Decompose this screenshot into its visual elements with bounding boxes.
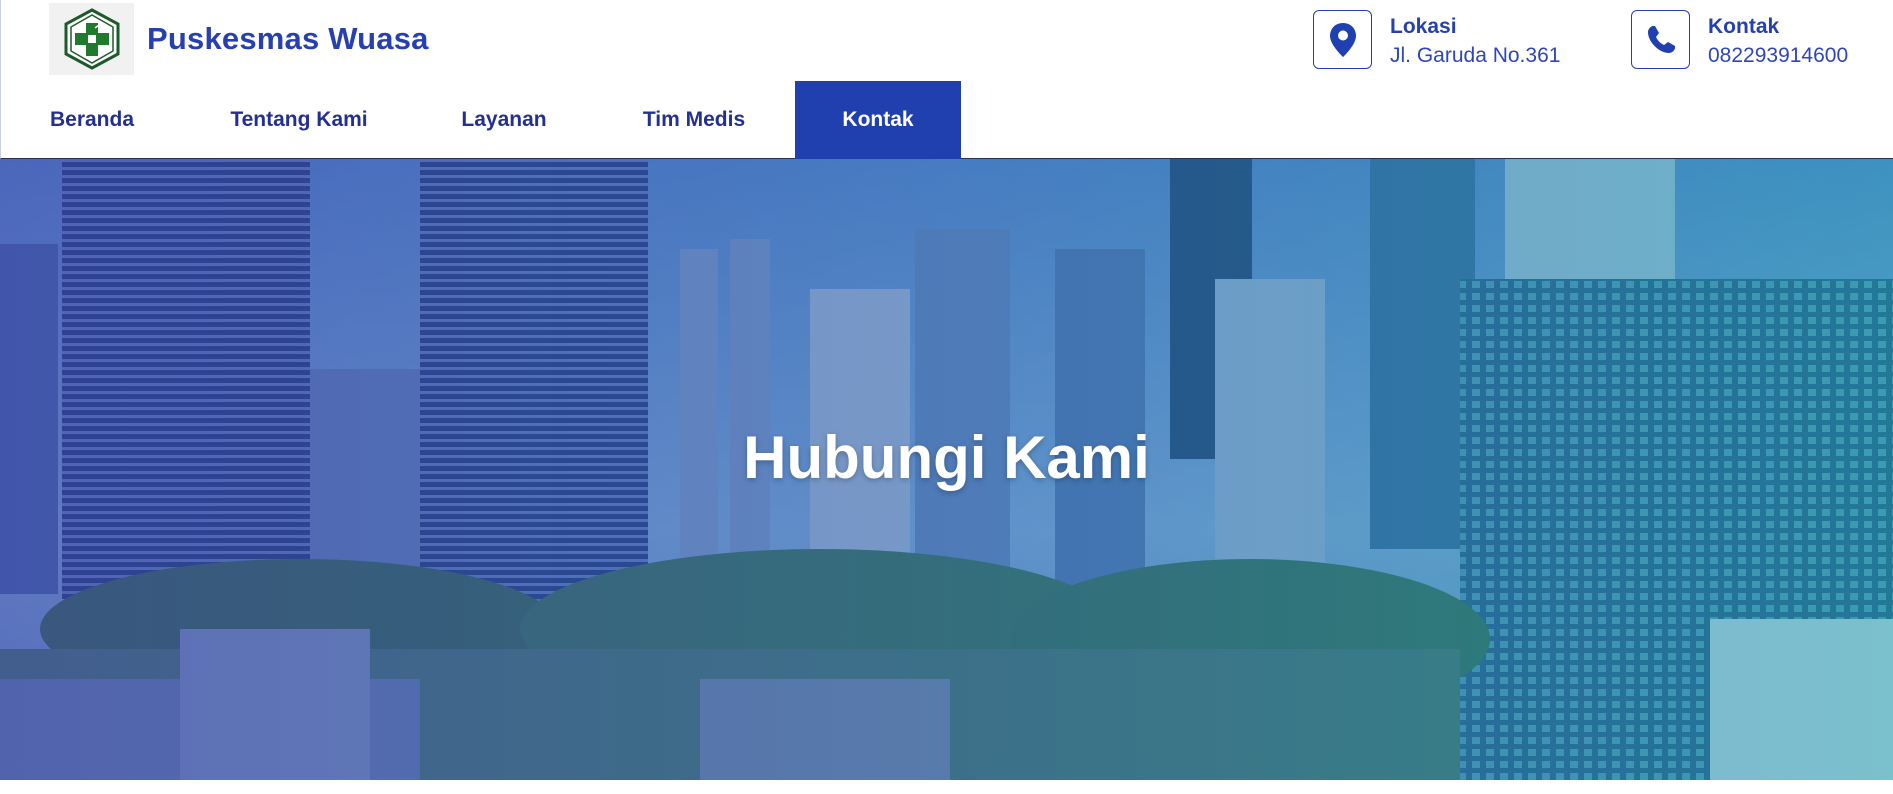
phone-title: Kontak <box>1708 15 1780 38</box>
location-address: Jl. Garuda No.361 <box>1390 44 1561 67</box>
main-nav: Beranda Tentang Kami Layanan Tim Medis K… <box>1 81 961 159</box>
brand[interactable]: Puskesmas Wuasa <box>49 3 429 75</box>
puskesmas-cross-logo-icon <box>49 3 134 75</box>
phone-info: Kontak 082293914600 <box>1631 10 1848 71</box>
phone-number[interactable]: 082293914600 <box>1708 41 1848 71</box>
hero-banner: Hubungi Kami <box>0 159 1893 780</box>
map-pin-icon <box>1313 10 1372 69</box>
location-info: Lokasi Jl. Garuda No.361 <box>1313 10 1560 71</box>
nav-item-tim-medis[interactable]: Tim Medis <box>593 81 795 159</box>
nav-item-beranda[interactable]: Beranda <box>1 81 183 159</box>
nav-item-tentang-kami[interactable]: Tentang Kami <box>183 81 415 159</box>
brand-name: Puskesmas Wuasa <box>147 21 429 56</box>
phone-icon <box>1631 10 1690 69</box>
site-header: Puskesmas Wuasa Lokasi Jl. Garuda No.361… <box>0 0 1893 159</box>
nav-item-layanan[interactable]: Layanan <box>415 81 593 159</box>
page-bottom-area <box>0 780 1893 794</box>
nav-item-kontak[interactable]: Kontak <box>795 81 961 159</box>
location-title: Lokasi <box>1390 15 1457 38</box>
page-title: Hubungi Kami <box>743 424 1150 491</box>
